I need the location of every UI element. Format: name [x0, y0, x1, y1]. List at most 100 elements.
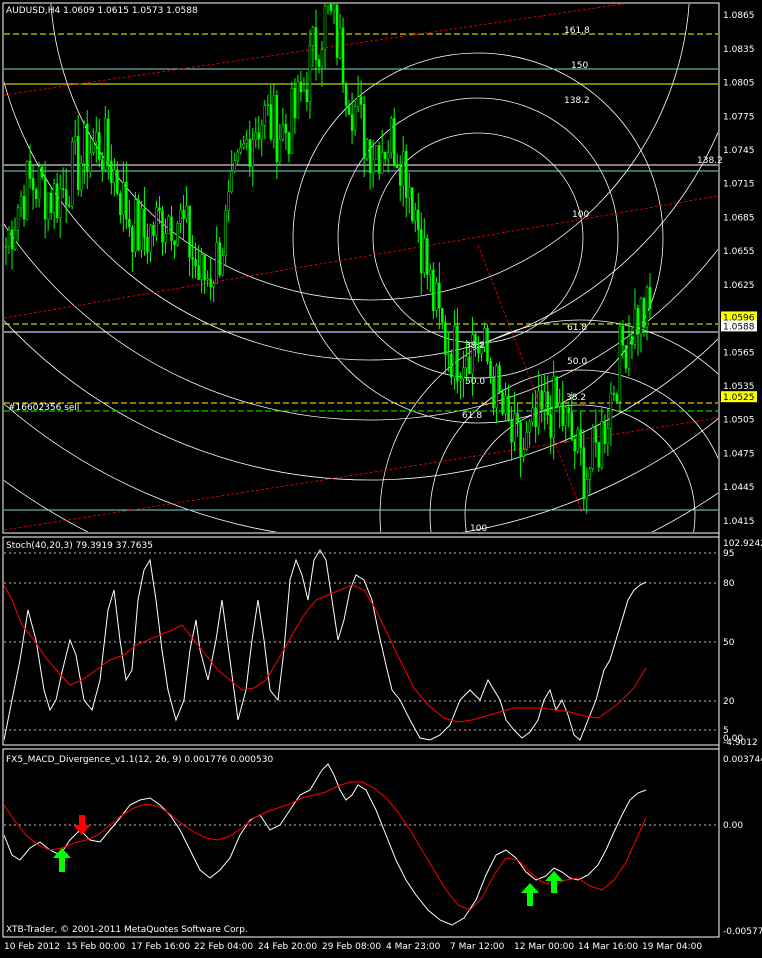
candle-body [158, 207, 161, 212]
candle-body [61, 188, 65, 190]
price-tick: 1.0865 [723, 11, 755, 21]
macd-panel-frame [2, 748, 720, 938]
fib-arcs-bottom [379, 319, 718, 532]
candle-body [489, 361, 492, 378]
candle-body [34, 189, 38, 199]
candle-body [179, 209, 182, 224]
candle-body [594, 427, 598, 443]
candle-body [37, 166, 41, 199]
time-tick: 29 Feb 08:00 [322, 942, 381, 952]
candle-body [624, 345, 628, 369]
candle-body [314, 27, 318, 60]
candle-body [128, 219, 131, 228]
candle-body [28, 160, 32, 179]
candle-body [429, 269, 432, 275]
candle-body [513, 413, 516, 443]
price-tick: 1.0565 [723, 348, 755, 358]
buy-arrow-icon [521, 883, 539, 906]
candle-body [347, 105, 351, 115]
candle-body [191, 257, 194, 260]
candle-body [242, 143, 245, 148]
candle-body [395, 164, 399, 168]
time-tick: 4 Mar 23:00 [386, 942, 441, 952]
candle-body [227, 191, 230, 211]
candle-body [353, 106, 357, 131]
candle-body [64, 189, 68, 206]
candle-body [420, 229, 423, 274]
candle-body [450, 353, 453, 378]
fib-label: 61.8 [567, 323, 587, 333]
fib-label: 50.0 [567, 357, 587, 367]
fib-label: 38.2 [465, 341, 485, 351]
candle-body [203, 254, 206, 281]
price-tick: 1.0475 [723, 449, 755, 459]
candle-body [299, 81, 303, 93]
candle-body [633, 307, 637, 345]
candle-body [498, 365, 501, 393]
order-label: #16602356 sell [8, 403, 79, 413]
fib-label: 138.2 [697, 156, 723, 166]
time-tick: 15 Feb 00:00 [66, 942, 125, 952]
candle-body [55, 183, 59, 219]
time-tick: 14 Mar 16:00 [578, 942, 638, 952]
price-tick: 1.0685 [723, 213, 755, 223]
candle-body [350, 114, 354, 131]
price-tick: 1.0655 [723, 247, 755, 257]
stoch-panel[interactable] [4, 549, 718, 741]
candle-body [143, 208, 146, 238]
candle-body [140, 208, 143, 251]
candle-body [332, 4, 336, 12]
price-tick: 1.0835 [723, 45, 755, 55]
candle-body [441, 307, 444, 323]
candle-body [447, 353, 450, 356]
copyright-text: XTB-Trader, © 2001-2011 MetaQuotes Softw… [6, 925, 248, 935]
fib-label: 100 [572, 210, 589, 220]
candle-body [209, 278, 212, 288]
candle-body [212, 283, 215, 288]
price-panel[interactable] [0, 0, 762, 710]
candle-body [582, 447, 586, 500]
candle-body [4, 245, 8, 248]
candle-body [435, 282, 438, 311]
fib-label: 138.2 [564, 96, 590, 106]
macd-panel[interactable] [4, 763, 718, 926]
candle-body [19, 195, 23, 209]
candle-body [567, 407, 570, 413]
candle-body [218, 242, 221, 276]
price-axis: 1.0865 1.0835 1.0805 1.0775 1.0745 1.0715 1.06… [721, 11, 757, 527]
candle-body [167, 216, 170, 234]
candle-body [197, 265, 200, 280]
time-tick: 10 Feb 2012 [4, 942, 60, 952]
candle-body [510, 419, 513, 443]
candle-body [46, 192, 50, 220]
candle-body [642, 298, 646, 328]
candle-body [275, 95, 279, 162]
candle-body [22, 195, 26, 220]
candle-body [296, 81, 300, 119]
candle-body [272, 95, 276, 140]
candle-body [119, 193, 122, 215]
candle-body [534, 407, 537, 428]
candle-body [104, 118, 107, 170]
candle-body [287, 132, 291, 154]
candle-body [58, 188, 62, 219]
candle-body [10, 229, 14, 250]
sell-arrow-icon [73, 815, 91, 835]
candle-body [597, 442, 601, 468]
macd-main-line [4, 763, 647, 926]
candle-body [131, 226, 134, 252]
candle-body [25, 160, 29, 220]
mt4-chart[interactable]: AUDUSD,H4 1.0609 1.0615 1.0573 1.0588 #1… [0, 0, 762, 958]
candle-body [486, 327, 489, 362]
candle-body [516, 413, 519, 424]
candle-body [549, 414, 552, 438]
fib-arcs-left [4, 4, 718, 532]
fib-label: 38.2 [566, 393, 586, 403]
candle-body [134, 199, 137, 252]
candle-body [31, 178, 35, 190]
candle-body [323, 5, 327, 51]
candle-body [73, 136, 77, 142]
candle-body [362, 104, 366, 159]
candle-body [401, 151, 405, 186]
candle-body [101, 159, 104, 170]
